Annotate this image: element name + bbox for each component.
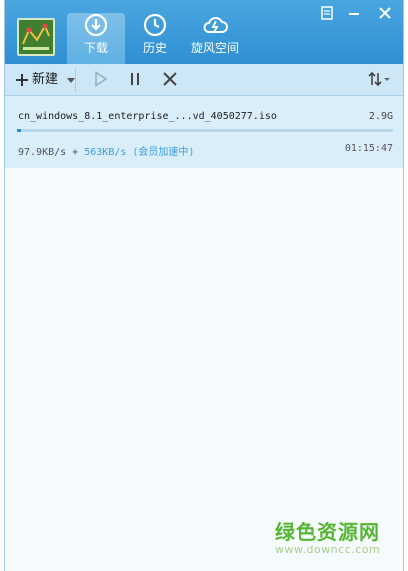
vip-speed: 563KB/s (会员加速中) xyxy=(84,147,195,158)
delete-icon[interactable] xyxy=(162,71,178,87)
download-speed: 97.9KB/s + 563KB/s (会员加速中) xyxy=(18,143,194,158)
app-logo xyxy=(17,18,55,56)
close-button[interactable] xyxy=(375,4,395,22)
toolbar: 新建 xyxy=(5,64,403,96)
new-task-label: 新建 xyxy=(32,72,59,87)
minimize-button[interactable] xyxy=(344,4,364,22)
minimize-icon xyxy=(349,13,359,15)
chevron-down-icon[interactable] xyxy=(67,78,75,83)
start-icon[interactable] xyxy=(93,71,109,87)
time-remaining: 01:15:47 xyxy=(344,143,393,154)
title-bar: 下载 历史 旋风空间 xyxy=(5,0,403,64)
cloud-icon xyxy=(203,17,228,33)
watermark-title: 绿色资源网 xyxy=(275,520,380,544)
clock-icon xyxy=(143,13,167,37)
tab-cloud-space-label: 旋风空间 xyxy=(190,41,239,55)
app-window: 下载 历史 旋风空间 新建 cn_windows_8.1_enterprise_… xyxy=(4,0,404,571)
tab-cloud-space[interactable]: 旋风空间 xyxy=(185,13,245,64)
tab-download-label: 下载 xyxy=(83,41,108,55)
watermark: 绿色资源网 www.downcc.com xyxy=(275,516,380,556)
download-task-row[interactable]: cn_windows_8.1_enterprise_...vd_4050277.… xyxy=(5,96,403,168)
watermark-url: www.downcc.com xyxy=(275,543,381,556)
pause-icon[interactable] xyxy=(127,71,143,87)
plus-icon xyxy=(16,74,28,86)
skin-icon xyxy=(321,6,333,20)
new-task-button[interactable]: 新建 xyxy=(11,68,76,92)
close-icon xyxy=(379,7,391,19)
base-speed: 97.9KB/s + xyxy=(18,147,85,158)
progress-bar xyxy=(17,129,393,132)
progress-fill xyxy=(17,129,21,132)
tab-history[interactable]: 历史 xyxy=(135,13,175,64)
file-name: cn_windows_8.1_enterprise_...vd_4050277.… xyxy=(18,111,277,122)
tab-history-label: 历史 xyxy=(142,41,167,55)
file-size: 2.9G xyxy=(368,111,393,122)
skin-button[interactable] xyxy=(317,4,337,22)
sort-icon[interactable] xyxy=(367,71,391,87)
download-icon xyxy=(84,13,108,37)
tab-download[interactable]: 下载 xyxy=(67,13,125,64)
